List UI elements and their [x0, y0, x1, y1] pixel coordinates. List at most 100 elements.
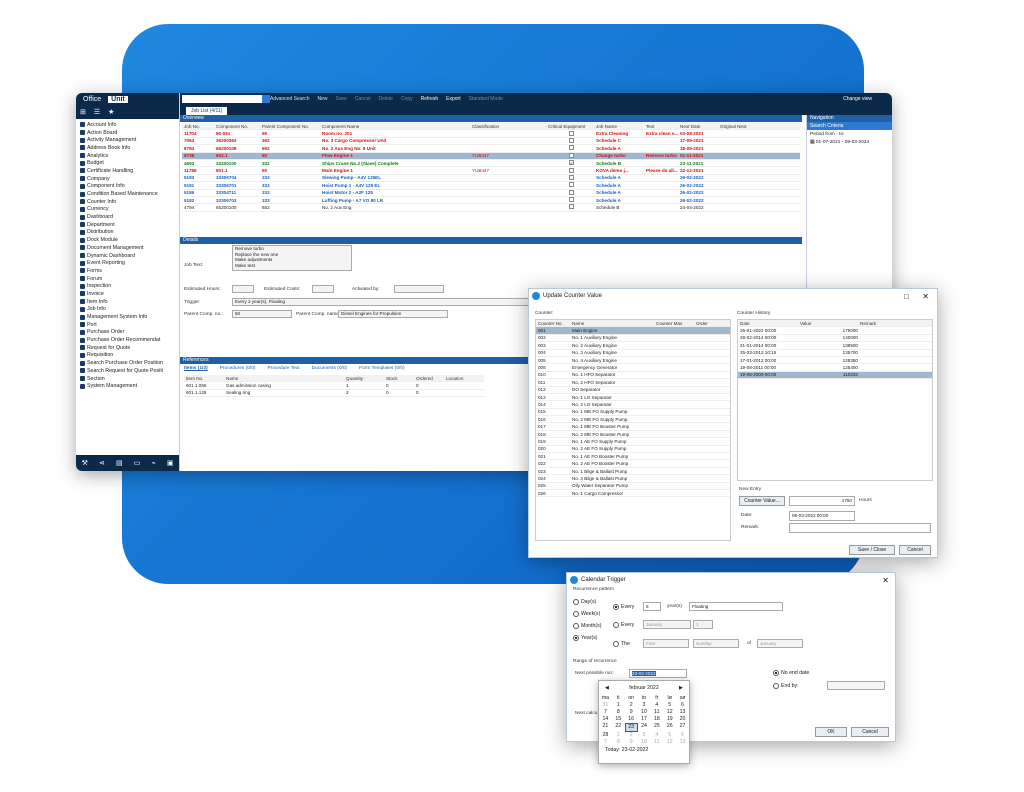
calendar-day[interactable]: 14 [599, 716, 612, 723]
tab-office[interactable]: Office [80, 96, 104, 103]
table-row[interactable]: 19-08-2009 00:00 110232 [738, 371, 932, 380]
estimated-hours-field[interactable] [232, 285, 254, 293]
sidebar-item[interactable]: Item Info [76, 298, 179, 306]
sidebar-item[interactable]: Request for Quote [76, 344, 179, 352]
table-row[interactable]: 010 No. 1 HFO Separator [536, 372, 730, 380]
calendar-day[interactable]: 11 [650, 739, 663, 746]
calendar-day[interactable]: 1 [612, 732, 625, 739]
table-row[interactable]: 016 No. 2 ME FO Supply Pump [536, 416, 730, 424]
sidebar-item[interactable]: Invoice [76, 290, 179, 298]
tree-view-icon[interactable]: ⊞ [80, 108, 86, 116]
sidebar-item[interactable]: Component Info [76, 183, 179, 191]
next-month-icon[interactable]: ▶ [679, 685, 683, 691]
option-weeks[interactable]: Week(s) [573, 611, 600, 617]
calendar-day[interactable]: 7 [599, 739, 612, 746]
table-row[interactable]: 024 No. 2 Bilge & Ballast Pump [536, 475, 730, 483]
column-header[interactable]: Stock [384, 376, 414, 381]
critical-checkbox[interactable] [546, 137, 594, 144]
calendar-day[interactable]: 24 [638, 723, 651, 732]
sidebar-item[interactable]: Management System Info [76, 313, 179, 321]
sidebar-item[interactable]: Currency [76, 206, 179, 214]
column-header[interactable]: Original Next [718, 124, 758, 129]
column-header[interactable]: Location [444, 376, 484, 381]
critical-checkbox[interactable] [546, 152, 594, 159]
table-row[interactable]: 020 No. 2 AE FO Supply Pump [536, 446, 730, 454]
option-no-end-date[interactable]: No end date [773, 670, 809, 676]
critical-checkbox[interactable] [546, 145, 594, 151]
calendar-day[interactable]: 10 [638, 709, 651, 716]
table-row[interactable]: 017 No. 1 ME FO Booster Pump [536, 423, 730, 431]
critical-checkbox[interactable]: ✓ [546, 160, 594, 166]
table-row[interactable]: 4693 33200100 332 Ships Crane No.2 (Slave) … [182, 160, 800, 168]
column-header[interactable]: Order [694, 321, 728, 326]
table-row[interactable]: 006 Emergency Generator [536, 364, 730, 372]
column-header[interactable]: Remark [858, 321, 928, 326]
calendar-day[interactable]: 7 [599, 709, 612, 716]
sidebar-item[interactable]: Budget [76, 159, 179, 167]
delete-button[interactable]: Delete [378, 96, 392, 102]
sidebar-item[interactable]: Job Info [76, 306, 179, 314]
table-row[interactable]: 003 No. 2 Auxiliary Engine [536, 342, 730, 350]
calendar-day[interactable]: 8 [612, 739, 625, 746]
maximize-icon[interactable]: □ [904, 292, 909, 301]
table-row[interactable]: 4794 65200100 652 No. 2 Aux Eng Schedule B 24… [182, 204, 800, 212]
column-header[interactable]: Value [798, 321, 858, 326]
sidebar-item[interactable]: Requisition [76, 352, 179, 360]
table-row[interactable]: 011 No. 2 HFO Separator [536, 379, 730, 387]
column-header[interactable]: Classification [470, 124, 546, 129]
option-every-month[interactable]: Every [613, 622, 634, 628]
table-row[interactable]: 004 No. 3 Auxiliary Engine [536, 350, 730, 357]
calendar-day[interactable]: 3 [638, 702, 651, 709]
sidebar-item[interactable]: Forms [76, 267, 179, 275]
sidebar-item[interactable]: Purchase Order [76, 329, 179, 337]
table-row[interactable]: 17-01-2012 00:00 128350 [738, 357, 932, 365]
table-row[interactable]: 005 No. 4 Auxiliary Engine [536, 357, 730, 365]
calendar-day[interactable]: 17 [638, 716, 651, 723]
column-header[interactable]: Name [570, 321, 654, 326]
table-row[interactable]: 6738 602.1 60 Flow Engine 1 YUB447 Change tur… [182, 152, 800, 160]
calendar-day[interactable]: 19 [663, 716, 676, 723]
tools-icon[interactable]: ⚒ [82, 459, 88, 467]
sidebar-item[interactable]: Certificate Handling [76, 167, 179, 175]
calendar-day[interactable]: 5 [663, 702, 676, 709]
next-run-input[interactable]: 23-02-2022 [629, 669, 687, 678]
calendar-day[interactable]: 5 [663, 732, 676, 739]
advanced-search-link[interactable]: Advanced Search [270, 96, 309, 102]
sidebar-item[interactable]: Dynamic Dashboard [76, 252, 179, 260]
table-row[interactable]: 021 No. 1 AE FO Booster Pump [536, 453, 730, 461]
table-row[interactable]: 022 No. 2 AE FO Booster Pump [536, 460, 730, 468]
job-text-field[interactable]: Remove turbo Replace the new one Make ad… [232, 245, 352, 271]
column-header[interactable]: Component No. [214, 124, 260, 129]
table-row[interactable]: 5181 33306701 333 Hoist Pump 1 - A4V 125 EL… [182, 182, 800, 190]
table-row[interactable]: 601.1.055 Gas admission casing 1 0 0 [184, 382, 484, 390]
search-icon[interactable] [262, 95, 270, 103]
estimated-costs-field[interactable] [312, 285, 334, 293]
calendar-day[interactable]: 6 [676, 732, 689, 739]
critical-checkbox[interactable] [546, 182, 594, 188]
critical-checkbox[interactable] [546, 130, 594, 137]
calendar-day[interactable]: 12 [663, 739, 676, 746]
calendar-day[interactable]: 3 [638, 732, 651, 739]
column-header[interactable]: Date [738, 321, 798, 326]
calendar-day[interactable]: 28 [599, 732, 612, 739]
sidebar-item[interactable]: Inspection [76, 282, 179, 290]
sidebar-item[interactable]: Forum [76, 275, 179, 283]
sidebar-item[interactable]: Dock Module [76, 236, 179, 244]
weekday-select[interactable]: Sunday [693, 639, 739, 648]
share-icon[interactable]: ⋖ [99, 459, 105, 467]
new-button[interactable]: New [317, 96, 327, 102]
sidebar-item[interactable]: Activity Management [76, 136, 179, 144]
calendar-day[interactable]: 15 [612, 716, 625, 723]
prev-month-icon[interactable]: ◀ [605, 685, 609, 691]
table-row[interactable]: 002 No. 1 Auxiliary Engine [536, 335, 730, 343]
table-row[interactable]: 601.1.125 Sealing ring 2 0 0 [184, 390, 484, 398]
sidebar-item[interactable]: Search Purchase Order Position [76, 359, 179, 367]
critical-checkbox[interactable] [546, 197, 594, 203]
chart-icon[interactable]: ⌁ [151, 459, 155, 467]
calendar-day[interactable]: 25 [650, 723, 663, 732]
period-value[interactable]: ▦ 01-07-2021 - 09-03-2024 [807, 139, 892, 146]
calendar-day[interactable]: 12 [663, 709, 676, 716]
calendar-day[interactable]: 8 [612, 709, 625, 716]
table-row[interactable]: 28-02-2014 00:00 140000 [738, 335, 932, 343]
calendar-day[interactable]: 4 [650, 702, 663, 709]
